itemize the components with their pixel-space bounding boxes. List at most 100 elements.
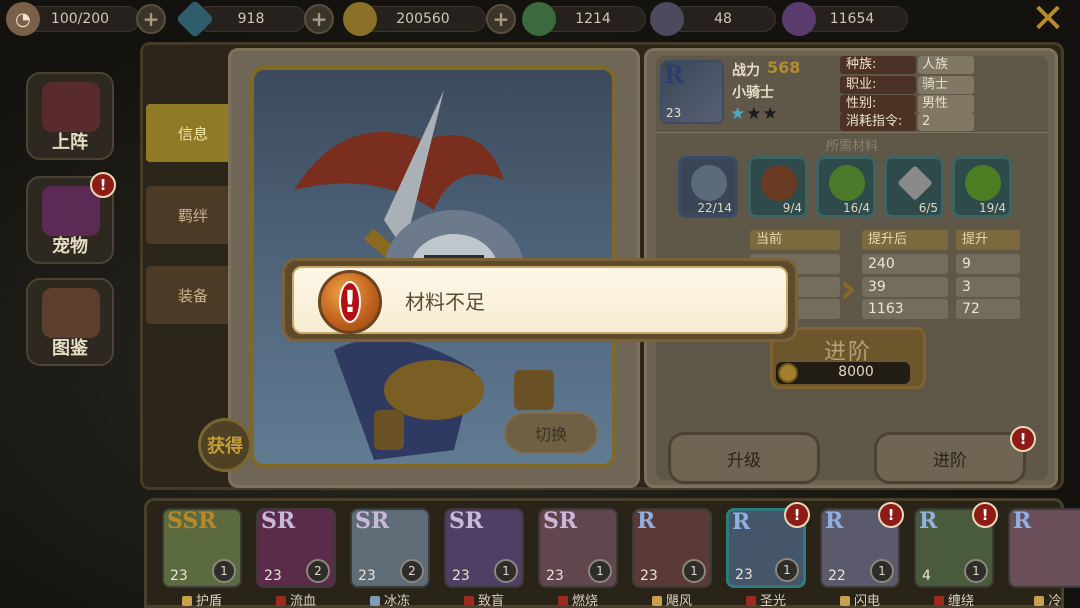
roster-hero-level: 23 — [735, 567, 753, 583]
switch-skin-button[interactable]: 切换 — [504, 412, 598, 454]
roster-skill-label: 闪电 — [820, 590, 900, 608]
roster-skill-name: 圣光 — [759, 594, 786, 608]
rank-shield-icon: 1 — [775, 558, 799, 582]
obtain-button[interactable]: 获得 — [198, 418, 252, 472]
sidenav-codex-button[interactable]: 图鉴 — [26, 278, 114, 366]
exclamation-icon: ! — [339, 281, 361, 323]
roster-hero-rarity: R — [732, 509, 751, 535]
attr-cost-label: 消耗指令: — [840, 113, 916, 131]
rank-shield-icon: 1 — [964, 559, 988, 583]
material-count: 9/4 — [782, 201, 802, 215]
roster-hero-level: 22 — [828, 568, 846, 584]
roster-skill-label: 圣光 — [726, 590, 806, 608]
roster-hero-slot[interactable]: R — [1008, 508, 1080, 588]
star-empty-icon: ★ — [746, 104, 763, 124]
roster-skill-name: 闪电 — [853, 594, 880, 608]
coin-value: 200560 — [396, 11, 450, 27]
toast-message: 材料不足 — [405, 290, 485, 314]
roster-hero-slot[interactable]: SR 23 2 — [256, 508, 336, 588]
roster-hero-slot[interactable]: R 23 1 — [632, 508, 712, 588]
attr-gender-label: 性别: — [840, 95, 916, 113]
material-count: 16/4 — [843, 201, 870, 215]
roster-skill-name: 缠绕 — [947, 594, 974, 608]
warning-icon: ! — [318, 270, 382, 334]
roster-hero-level: 23 — [264, 568, 282, 584]
skill-type-icon — [839, 596, 850, 606]
skill-type-icon — [557, 596, 568, 606]
roster-skill-label: 护盾 — [162, 590, 242, 608]
stat-increase-cell: 3 — [956, 277, 1020, 297]
roster-alert-badge: ! — [972, 502, 998, 528]
tab-equipment[interactable]: 装备 — [146, 266, 240, 324]
roster-skill-label: 缠绕 — [914, 590, 994, 608]
stamina-icon: ◔ — [6, 2, 40, 36]
roster-hero-rarity: SR — [261, 508, 296, 534]
advance-cost-value: 8000 — [838, 364, 874, 380]
roster-alert-badge: ! — [878, 502, 904, 528]
sidenav-lineup-button[interactable]: 上阵 — [26, 72, 114, 160]
roster-hero-slot[interactable]: SR 23 1 — [538, 508, 618, 588]
hero-level: 23 — [666, 106, 682, 120]
rank-counter: 48 — [670, 6, 776, 32]
pet-icon — [42, 186, 100, 236]
rank-shield-icon: 2 — [306, 559, 330, 583]
stat-header-increase: 提升 — [956, 230, 1020, 250]
material-count: 22/14 — [697, 201, 732, 215]
attr-cost-value: 2 — [918, 113, 974, 131]
roster-hero-slot[interactable]: SR 23 2 — [350, 508, 430, 588]
material-count: 6/5 — [918, 201, 938, 215]
roster-skill-name: 燃烧 — [571, 594, 598, 608]
knight-shard-icon — [691, 165, 727, 201]
roster-skill-label: 流血 — [256, 590, 336, 608]
add-gems-button[interactable]: + — [304, 4, 334, 34]
roster-hero-rarity: SR — [355, 508, 390, 534]
sidenav-pet-button[interactable]: 宠物 ! — [26, 172, 116, 264]
attr-race-value: 人族 — [918, 56, 974, 74]
arrow-right-icon: › — [840, 266, 857, 312]
material-slot[interactable]: 22/14 — [678, 156, 738, 218]
kunai-icon — [897, 165, 933, 201]
material-slot[interactable]: 16/4 — [816, 156, 876, 218]
material-slot[interactable]: 19/4 — [952, 156, 1012, 218]
green-potion-icon — [829, 165, 865, 201]
roster-skill-label: 飓风 — [632, 590, 712, 608]
attr-gender-value: 男性 — [918, 95, 974, 113]
roster-hero-slot[interactable]: SSR 23 1 — [162, 508, 242, 588]
roster-hero-level: 23 — [170, 568, 188, 584]
material-slot[interactable]: 6/5 — [884, 156, 944, 218]
material-slot[interactable]: 9/4 — [748, 156, 808, 218]
add-coins-button[interactable]: + — [486, 4, 516, 34]
material-count: 19/4 — [979, 201, 1006, 215]
skill-type-icon — [1034, 596, 1045, 606]
green-slime-icon — [965, 165, 1001, 201]
roster-hero-slot[interactable]: SR 23 1 — [444, 508, 524, 588]
rank-shield-icon: 2 — [400, 559, 424, 583]
materials-title: 所需材料 — [656, 132, 1048, 154]
roster-alert-badge: ! — [784, 502, 810, 528]
add-stamina-button[interactable]: + — [136, 4, 166, 34]
hero-portrait: R 23 — [660, 60, 724, 124]
hero-stars: ★★★ — [730, 104, 779, 124]
power-value: 568 — [767, 58, 801, 77]
rank-shield-icon: 1 — [494, 559, 518, 583]
sidenav-lineup-label: 上阵 — [52, 132, 88, 153]
stat-after-cell: 1163 — [862, 299, 948, 319]
tab-bonds[interactable]: 羁绊 — [146, 186, 240, 244]
rank-value: 48 — [714, 11, 732, 27]
tab-info[interactable]: 信息 — [146, 104, 240, 162]
lollipop-icon — [522, 2, 556, 36]
roster-skill-name: 飓风 — [665, 594, 692, 608]
roster-hero-rarity: R — [1013, 508, 1032, 534]
rank-shield-icon: 1 — [212, 559, 236, 583]
skill-type-icon — [369, 596, 380, 606]
close-icon[interactable]: ✕ — [1030, 0, 1066, 39]
purple-star-icon — [782, 2, 816, 36]
stat-increase-cell: 72 — [956, 299, 1020, 319]
attr-class-value: 骑士 — [918, 76, 974, 94]
advance-button[interactable]: 进阶 — [874, 432, 1026, 484]
boar-icon — [761, 165, 797, 201]
rank-emblem-icon — [650, 2, 684, 36]
roster-hero-rarity: SSR — [167, 508, 217, 534]
upgrade-button[interactable]: 升级 — [668, 432, 820, 484]
roster-hero-rarity: SR — [449, 508, 484, 534]
